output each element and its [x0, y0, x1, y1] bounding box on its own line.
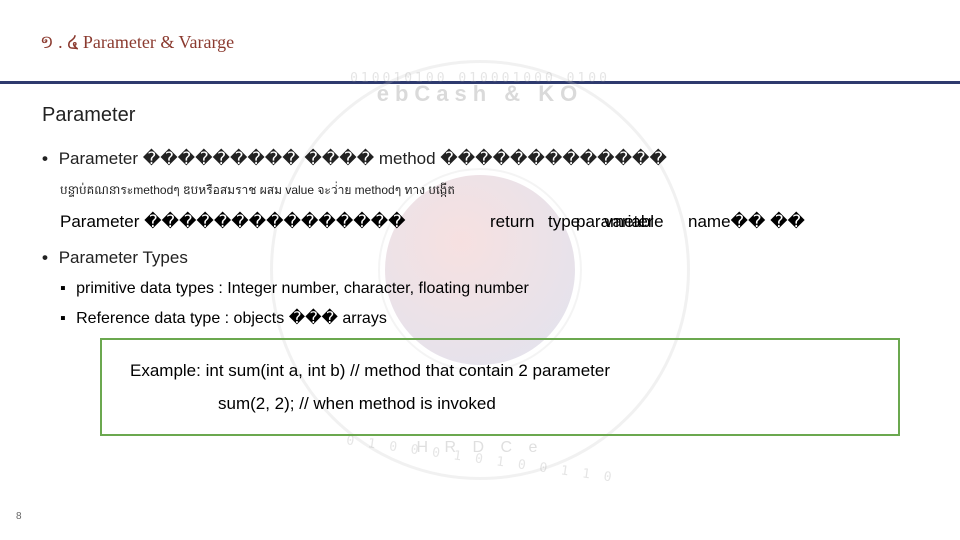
parameter-syntax-overlap: Parameter ��������������� return type pa…: [60, 212, 918, 234]
sub-bullet-reference-boxes: ���: [289, 310, 343, 327]
bullet-dot-icon: •: [42, 149, 48, 168]
sub-bullet-reference-text-a: Reference data type : objects: [76, 310, 289, 327]
sub-bullet-primitive: ▪ primitive data types : Integer number,…: [60, 280, 918, 298]
bullet-dot-icon: •: [42, 248, 48, 267]
khmer-description-line: បន្ទាប់គណនាระmethodๆ ឌបหรือสมราช ผสม val…: [60, 181, 918, 200]
overlap-name: name�� ��: [688, 212, 805, 232]
sub-bullet-marker-icon: ▪: [60, 310, 66, 327]
overlap-return: return: [490, 212, 534, 232]
sub-bullet-primitive-text: primitive data types : Integer number, c…: [76, 280, 529, 297]
page-number: 8: [16, 511, 22, 522]
placeholder-boxes-1: ���������: [143, 149, 300, 168]
bullet-parameter-types: • Parameter Types: [42, 248, 918, 268]
bullet2-text: Parameter Types: [59, 248, 188, 267]
sub-bullet-reference: ▪ Reference data type : objects ��� arra…: [60, 308, 918, 328]
bullet-parameter-definition: • Parameter ��������� ���� method ������…: [42, 149, 918, 169]
placeholder-boxes-3: �������������: [440, 149, 667, 168]
example-line-1: Example: int sum(int a, int b) // method…: [130, 354, 844, 387]
overlap-base-text: Parameter ���������������: [60, 212, 406, 232]
example-line-2: sum(2, 2); // when method is invoked: [130, 387, 844, 420]
sub-bullet-marker-icon: ▪: [60, 280, 66, 297]
overlap-variable: variable: [604, 212, 664, 232]
slide-content: Parameter • Parameter ��������� ���� met…: [0, 84, 960, 446]
slide-header: ១ . ໔ Parameter & Vararge: [0, 0, 960, 71]
sub-bullet-reference-text-b: arrays: [342, 310, 386, 327]
section-heading: Parameter: [42, 104, 918, 127]
bullet1-method-word: method: [379, 149, 440, 168]
bullet1-prefix: Parameter: [59, 149, 143, 168]
example-code-box: Example: int sum(int a, int b) // method…: [100, 338, 900, 436]
slide-title: ១ . ໔ Parameter & Vararge: [40, 30, 920, 57]
placeholder-boxes-2: ����: [300, 149, 379, 168]
